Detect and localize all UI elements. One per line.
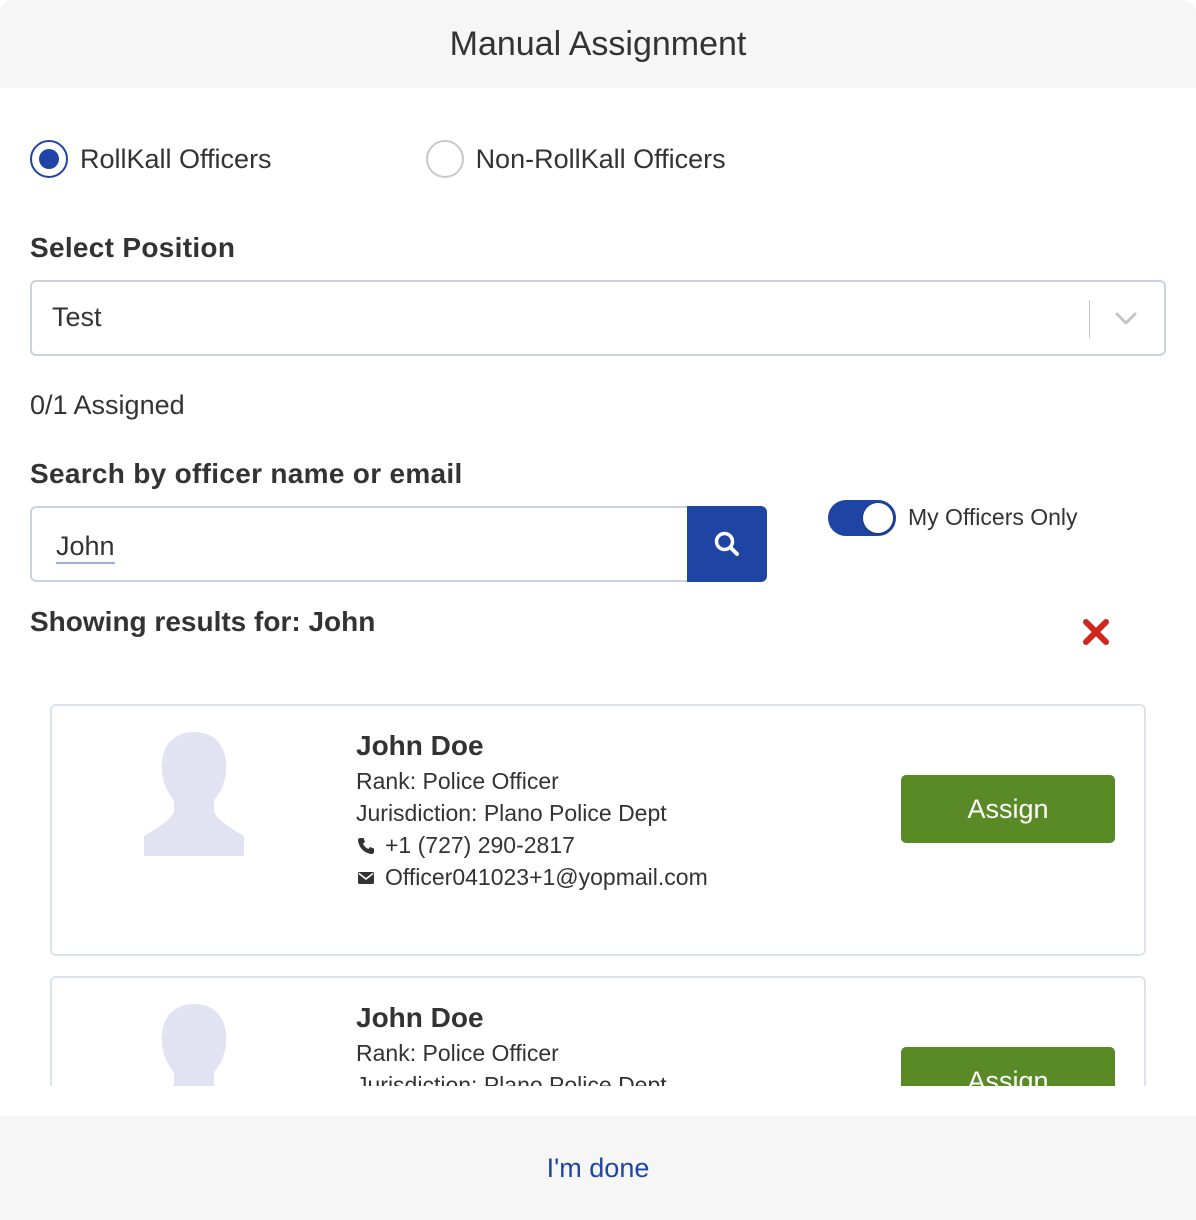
officer-rank: Rank: Police Officer [356,768,559,794]
radio-label: RollKall Officers [80,143,272,174]
toggle-knob [863,503,893,533]
assign-button[interactable]: Assign [901,1047,1115,1086]
officer-email: Officer041023+1@yopmail.com [385,864,708,890]
officer-name: John Doe [356,730,484,761]
officer-type-radio-group: RollKall Officers Non-RollKall Officers [30,140,726,178]
select-position-label: Select Position [30,232,236,263]
radio-unselected-indicator[interactable] [425,140,464,178]
officer-jurisdiction: Jurisdiction: Plano Police Dept [356,1072,667,1086]
officer-jurisdiction: Jurisdiction: Plano Police Dept [356,800,667,826]
my-officers-only-toggle[interactable] [828,500,896,536]
officer-card: John Doe Rank: Police Officer Jurisdicti… [50,976,1146,1086]
modal-header: Manual Assignment [0,0,1196,88]
radio-selected-indicator[interactable] [30,140,68,178]
results-heading: Showing results for: John [30,606,376,637]
officer-card: John Doe Rank: Police Officer Jurisdicti… [50,704,1146,956]
assigned-count: 0/1 Assigned [30,390,185,420]
search-button[interactable] [687,506,767,582]
envelope-icon [358,871,374,884]
search-icon [714,531,739,556]
search-label: Search by officer name or email [30,458,463,489]
position-select-value: Test [52,302,102,332]
officer-rank: Rank: Police Officer [356,1040,559,1066]
officer-name: John Doe [356,1002,484,1033]
officer-phone-row: +1 (727) 290-2817 [356,832,575,859]
modal-footer: I'm done [0,1116,1196,1220]
radio-rollkall-officers[interactable]: RollKall Officers [30,140,272,178]
modal-title: Manual Assignment [449,24,747,63]
officer-phone: +1 (727) 290-2817 [385,832,575,858]
position-select[interactable]: Test [30,280,1166,356]
officer-search-input[interactable]: John [30,506,688,582]
avatar-silhouette-icon [161,1004,227,1086]
radio-label: Non-RollKall Officers [475,143,726,174]
radio-non-rollkall-officers[interactable]: Non-RollKall Officers [425,140,726,178]
done-button[interactable]: I'm done [547,1153,650,1184]
results-list[interactable]: John Doe Rank: Police Officer Jurisdicti… [0,690,1196,1086]
chevron-down-icon[interactable] [1112,304,1140,332]
assign-button[interactable]: Assign [901,775,1115,843]
officer-email-row: Officer041023+1@yopmail.com [356,864,708,891]
select-separator [1089,300,1090,338]
avatar-silhouette-icon [144,732,244,856]
search-input-value[interactable]: John [56,530,115,564]
my-officers-only-label: My Officers Only [908,504,1078,530]
phone-icon [358,837,374,854]
close-icon[interactable] [1082,618,1110,646]
